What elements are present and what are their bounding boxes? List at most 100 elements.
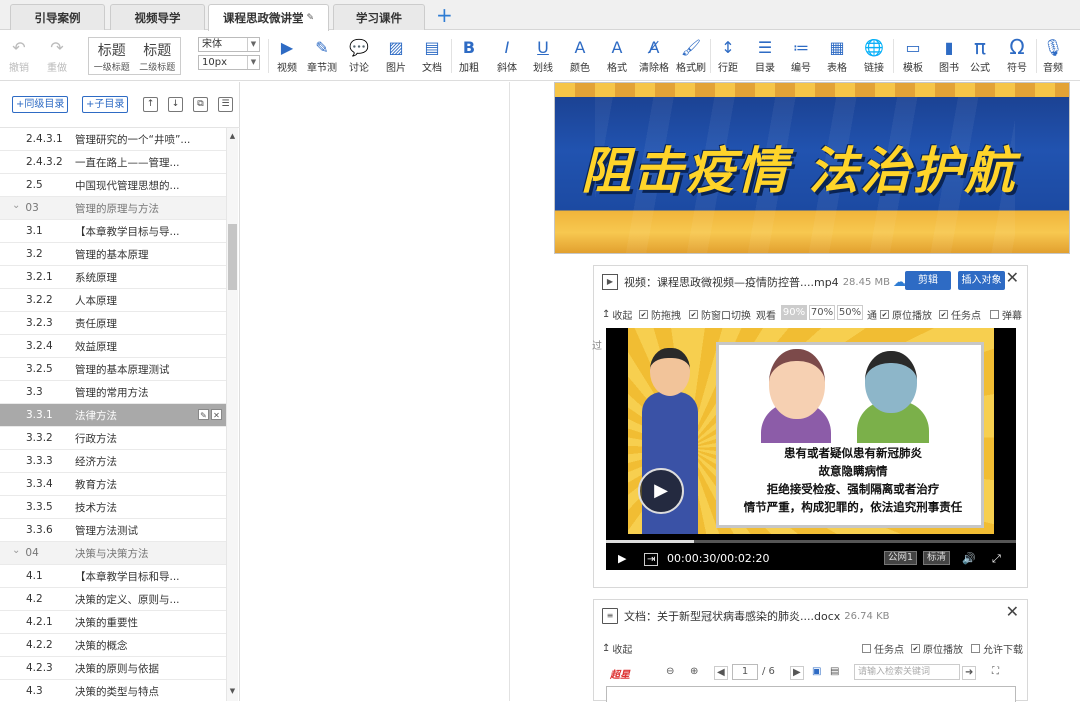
outline-item[interactable]: 3.3.3 经济方法	[0, 450, 226, 473]
outline-item[interactable]: 3.3.1 法律方法 ✎ ✕	[0, 404, 226, 427]
toolbar-button-line-height[interactable]: ↕ 行距	[711, 35, 745, 77]
insert-object-button[interactable]: 插入对象	[958, 271, 1005, 290]
video-player[interactable]: 患有或者疑似患有新冠肺炎 故意隐瞒病情 拒绝接受检疫、强制隔离或者治疗 情节严重…	[606, 328, 1016, 570]
tab-guide-case[interactable]: 引导案例	[10, 4, 105, 30]
anti-drag-checkbox[interactable]: ✔ 防拖拽	[639, 307, 681, 322]
outline-chapter[interactable]: 03管理的原理与方法	[0, 197, 226, 220]
watch-90-option[interactable]: 90%	[781, 305, 807, 320]
document-search-input[interactable]: 请输入检索关键词	[854, 664, 960, 680]
toolbar-button-clear-format[interactable]: A̸ 清除格	[637, 35, 671, 77]
document-page[interactable]	[606, 686, 1016, 702]
outline-export-icon[interactable]: ☰	[218, 97, 233, 112]
toolbar-button-discussion[interactable]: 💬 讨论	[342, 35, 376, 77]
outline-item[interactable]: 3.3.2 行政方法	[0, 427, 226, 450]
prev-page-icon[interactable]: ◀	[714, 666, 728, 680]
fullscreen-icon[interactable]: ⛶	[992, 666, 999, 677]
next-page-icon[interactable]: ▶	[790, 666, 804, 680]
close-icon[interactable]: ✕	[1006, 602, 1019, 621]
toolbar-button-video[interactable]: ▶ 视频	[270, 35, 304, 77]
inplace-play-checkbox[interactable]: ✔ 原位播放	[880, 307, 932, 322]
page-input[interactable]: 1	[732, 664, 758, 680]
toolbar-button-toc[interactable]: ☰ 目录	[748, 35, 782, 77]
task-point-checkbox[interactable]: 任务点	[862, 641, 904, 656]
banner-image[interactable]: 阻击疫情 法治护航	[554, 82, 1070, 254]
delete-icon[interactable]: ✕	[211, 409, 222, 420]
add-child-button[interactable]: +子目录	[82, 96, 129, 113]
big-play-icon[interactable]: ▶	[638, 468, 684, 514]
outline-item[interactable]: 3.3.6 管理方法测试	[0, 519, 226, 542]
quality-select[interactable]: 标清	[923, 551, 951, 565]
inplace-play-checkbox[interactable]: ✔ 原位播放	[911, 641, 963, 656]
next-icon[interactable]: ⇥	[644, 553, 659, 566]
edit-video-button[interactable]: 剪辑	[905, 271, 951, 290]
outline-item[interactable]: 3.1 【本章教学目标与导...	[0, 220, 226, 243]
toolbar-button-audio[interactable]: 🎙 音频	[1036, 35, 1070, 77]
outline-item[interactable]: 3.2.5 管理的基本原理测试	[0, 358, 226, 381]
outline-item[interactable]: 4.2.3 决策的原则与依据	[0, 657, 226, 680]
outline-item[interactable]: 3.3.5 技术方法	[0, 496, 226, 519]
watch-70-option[interactable]: 70%	[809, 305, 835, 320]
toolbar-button-document[interactable]: ▤ 文档	[415, 35, 449, 77]
outline-item[interactable]: 4.2 决策的定义、原则与...	[0, 588, 226, 611]
scroll-up-icon[interactable]: ▲	[227, 132, 238, 142]
toolbar-button-underline[interactable]: U 划线	[526, 35, 560, 77]
toolbar-button-font-color[interactable]: A 颜色	[563, 35, 597, 77]
outline-item[interactable]: 3.2.3 责任原理	[0, 312, 226, 335]
outline-scrollbar[interactable]: ▲ ▼	[226, 128, 238, 701]
undo-button[interactable]: ↶ 撤销	[2, 35, 36, 77]
volume-icon[interactable]: 🔊	[962, 552, 976, 565]
scroll-down-icon[interactable]: ▼	[227, 687, 238, 697]
anti-switch-checkbox[interactable]: ✔ 防窗口切换	[689, 307, 751, 322]
outline-item[interactable]: 2.4.3.1 管理研究的一个“井喷”...	[0, 128, 226, 151]
allow-download-checkbox[interactable]: 允许下载	[971, 641, 1023, 656]
import-icon[interactable]: ⧉	[193, 97, 208, 112]
outline-item[interactable]: 2.5 中国现代管理思想的...	[0, 174, 226, 197]
heading1-button[interactable]: 标题 一级标题	[89, 38, 135, 74]
toolbar-button-numbered-list[interactable]: ≔ 编号	[784, 35, 818, 77]
outline-item[interactable]: 4.2.1 决策的重要性	[0, 611, 226, 634]
toolbar-button-italic[interactable]: I 斜体	[490, 35, 524, 77]
edit-tab-icon[interactable]: ✎	[306, 13, 314, 23]
fullscreen-icon[interactable]: ⤢	[992, 552, 1001, 566]
outline-item[interactable]: 3.2 管理的基本原理	[0, 243, 226, 266]
toolbar-button-table[interactable]: ▦ 表格	[820, 35, 854, 77]
single-page-icon[interactable]: ▣	[812, 666, 821, 677]
collapse-button[interactable]: ↥ 收起	[602, 307, 632, 322]
outline-item[interactable]: 4.1 【本章教学目标和导...	[0, 565, 226, 588]
outline-chapter[interactable]: 04决策与决策方法	[0, 542, 226, 565]
outline-item[interactable]: 4.3 决策的类型与特点	[0, 680, 226, 701]
redo-button[interactable]: ↷ 重做	[40, 35, 74, 77]
font-size-select[interactable]: 10px ▼	[198, 55, 260, 70]
heading2-button[interactable]: 标题 二级标题	[135, 38, 181, 74]
outline-item[interactable]: 3.2.2 人本原理	[0, 289, 226, 312]
close-icon[interactable]: ✕	[1006, 268, 1019, 287]
outline-item[interactable]: 3.3.4 教育方法	[0, 473, 226, 496]
outline-item[interactable]: 3.3 管理的常用方法	[0, 381, 226, 404]
toolbar-button-book[interactable]: ▮ 图书	[932, 35, 966, 77]
outline-item[interactable]: 2.4.3.2 一直在路上——管理...	[0, 151, 226, 174]
font-family-select[interactable]: 宋体 ▼	[198, 37, 260, 52]
bullet-checkbox[interactable]: 弹幕	[990, 307, 1022, 322]
toolbar-button-link[interactable]: 🌐 链接	[857, 35, 891, 77]
move-down-icon[interactable]: ↓	[168, 97, 183, 112]
list-view-icon[interactable]: ▤	[830, 666, 839, 677]
progress-bar[interactable]	[606, 540, 1016, 543]
toolbar-button-formula[interactable]: π 公式	[963, 35, 997, 77]
play-icon[interactable]: ▶	[618, 552, 626, 565]
task-point-checkbox[interactable]: ✔ 任务点	[939, 307, 981, 322]
collapse-button[interactable]: ↥ 收起	[602, 641, 632, 656]
toolbar-button-symbol[interactable]: Ω 符号	[1000, 35, 1034, 77]
outline-item[interactable]: 3.2.1 系统原理	[0, 266, 226, 289]
toolbar-button-format-painter[interactable]: 🖌 格式刷	[674, 35, 708, 77]
zoom-out-icon[interactable]: ⊖	[666, 666, 674, 677]
outline-item[interactable]: 4.2.2 决策的概念	[0, 634, 226, 657]
tab-video-guide[interactable]: 视频导学	[110, 4, 205, 30]
scroll-thumb[interactable]	[228, 224, 237, 290]
toolbar-button-font-format[interactable]: A 格式	[600, 35, 634, 77]
add-sibling-button[interactable]: +同级目录	[12, 96, 69, 113]
toolbar-button-image[interactable]: ▨ 图片	[379, 35, 413, 77]
toolbar-button-quiz[interactable]: ✎ 章节测	[305, 35, 339, 77]
toolbar-button-template[interactable]: ▭ 模板	[896, 35, 930, 77]
tab-ideology-lecture[interactable]: 课程思政微讲堂 ✎	[208, 4, 329, 31]
line-select[interactable]: 公网1	[884, 551, 918, 565]
